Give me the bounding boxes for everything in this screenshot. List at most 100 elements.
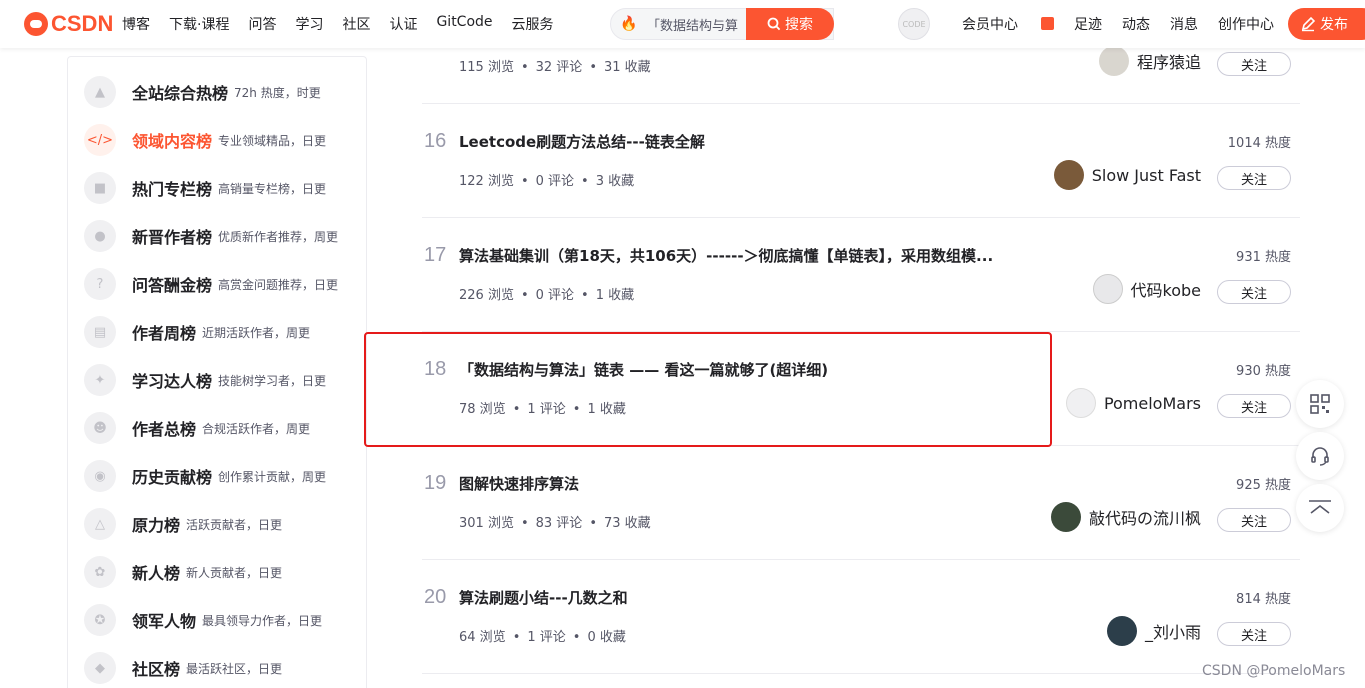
follow-button[interactable]: 关注	[1217, 280, 1291, 304]
sidebar-item-desc: 72h 热度，时更	[234, 85, 321, 100]
qrcode-button[interactable]	[1296, 380, 1344, 428]
heat-score: 1014 热度	[1227, 136, 1291, 151]
sidebar-item-newcomer[interactable]: ✿ 新人榜 新人贡献者，日更	[84, 552, 354, 592]
sidebar-item-label: 历史贡献榜	[132, 468, 213, 487]
article-title[interactable]: 「数据结构与算法」链表 —— 看这一篇就够了(超详细)	[459, 359, 828, 380]
article-title[interactable]: Leetcode刷题方法总结---链表全解	[459, 131, 705, 152]
follow-button[interactable]: 关注	[1217, 394, 1291, 418]
search-button[interactable]: 搜索	[746, 8, 834, 40]
nav-item-blog[interactable]: 博客	[122, 14, 150, 34]
top-navbar: CSDN 博客 下载·课程 问答 学习 社区 认证 GitCode 云服务 🔥 …	[0, 0, 1365, 48]
sidebar-item-new-author[interactable]: ● 新晋作者榜 优质新作者推荐，周更	[84, 216, 354, 256]
community-icon: ◆	[84, 652, 116, 684]
sidebar-item-column[interactable]: ■ 热门专栏榜 高销量专栏榜，日更	[84, 168, 354, 208]
author-avatar	[1053, 160, 1084, 190]
comments-count: 1 评论	[527, 630, 566, 645]
nav-footprint[interactable]: 足迹	[1074, 14, 1102, 34]
sidebar-item-leader[interactable]: ✪ 领军人物 最具领导力作者，日更	[84, 600, 354, 640]
sidebar-item-label: 作者总榜	[132, 420, 197, 439]
sidebar-item-desc: 创作累计贡献，周更	[218, 469, 327, 484]
nav-item-cloud[interactable]: 云服务	[512, 14, 554, 34]
calendar-icon: ▤	[84, 316, 116, 348]
author[interactable]: 敲代码の流川枫	[1050, 502, 1201, 532]
sidebar-item-desc: 最活跃社区，日更	[186, 661, 283, 676]
sidebar-item-desc: 专业领域精品，日更	[218, 133, 327, 148]
article-title[interactable]: 算法基础集训（第18天，共106天）------＞彻底搞懂【单链表】，采用数组模…	[459, 245, 993, 266]
publish-label: 发布	[1320, 17, 1348, 33]
follow-button[interactable]: 关注	[1217, 166, 1291, 190]
author[interactable]: 程序猿追	[1098, 46, 1201, 76]
logo-icon	[24, 12, 48, 36]
sidebar-item-bounty[interactable]: ? 问答酬金榜 高赏金问题推荐，日更	[84, 264, 354, 304]
nav-member-center[interactable]: 会员中心	[962, 14, 1054, 34]
views-count: 122 浏览	[459, 174, 514, 189]
publish-button[interactable]: 发布	[1288, 8, 1365, 40]
sidebar-item-desc: 技能树学习者，日更	[218, 373, 327, 388]
fire-icon: 🔥	[620, 16, 638, 32]
rank-number: 17	[424, 244, 447, 266]
author-name: 程序猿追	[1136, 53, 1201, 72]
sidebar-item-weekly[interactable]: ▤ 作者周榜 近期活跃作者，周更	[84, 312, 354, 352]
article-meta: 301 浏览 • 83 评论 • 73 收藏	[459, 516, 651, 531]
nav-creator-center-label: 创作中心	[1218, 17, 1274, 33]
sidebar-item-author-total[interactable]: ☻ 作者总榜 合规活跃作者，周更	[84, 408, 354, 448]
nav-item-gitcode[interactable]: GitCode	[436, 14, 492, 34]
pen-icon	[1301, 16, 1316, 32]
sidebar-item-desc: 最具领导力作者，日更	[202, 613, 323, 628]
user-icon: ●	[84, 220, 116, 252]
views-count: 301 浏览	[459, 516, 514, 531]
sidebar-item-desc: 活跃贡献者，日更	[186, 517, 283, 532]
author-avatar	[1050, 502, 1081, 532]
main-nav: 博客 下载·课程 问答 学习 社区 认证 GitCode 云服务	[122, 14, 573, 34]
article-row: 17 算法基础集训（第18天，共106天）------＞彻底搞懂【单链表】，采用…	[422, 218, 1300, 332]
nav-item-cert[interactable]: 认证	[389, 14, 417, 34]
heat-score: 931 热度	[1236, 250, 1291, 265]
views-count: 64 浏览	[459, 630, 506, 645]
sidebar-item-history[interactable]: ◉ 历史贡献榜 创作累计贡献，周更	[84, 456, 354, 496]
sidebar-item-force[interactable]: △ 原力榜 活跃贡献者，日更	[84, 504, 354, 544]
sidebar-item-label: 热门专栏榜	[132, 180, 213, 199]
sidebar-item-overall[interactable]: ▲ 全站综合热榜 72h 热度，时更	[84, 72, 354, 112]
author[interactable]: _刘小雨	[1106, 616, 1201, 646]
customer-service-button[interactable]	[1296, 432, 1344, 480]
sidebar-item-learner[interactable]: ✦ 学习达人榜 技能树学习者，日更	[84, 360, 354, 400]
sidebar-item-community[interactable]: ◆ 社区榜 最活跃社区，日更	[84, 648, 354, 688]
rank-number: 16	[424, 130, 447, 152]
article-title[interactable]: 算法刷题小结---几数之和	[459, 587, 628, 608]
search-icon	[767, 17, 781, 31]
sidebar-item-domain[interactable]: </> 领域内容榜 专业领域精品，日更	[84, 120, 354, 160]
nav-item-qa[interactable]: 问答	[248, 14, 276, 34]
follow-button[interactable]: 关注	[1217, 508, 1291, 532]
nav-item-community[interactable]: 社区	[342, 14, 370, 34]
author[interactable]: Slow Just Fast	[1053, 160, 1201, 190]
nav-item-learn[interactable]: 学习	[295, 14, 323, 34]
article-meta: 115 浏览 • 32 评论 • 31 收藏	[459, 60, 651, 75]
nav-item-download[interactable]: 下载·课程	[169, 14, 229, 34]
author-name: 敲代码の流川枫	[1088, 509, 1201, 528]
nav-messages[interactable]: 消息	[1170, 14, 1198, 34]
follow-button[interactable]: 关注	[1217, 52, 1291, 76]
csdn-logo[interactable]: CSDN	[24, 11, 113, 37]
sidebar-item-label: 问答酬金榜	[132, 276, 213, 295]
views-count: 78 浏览	[459, 402, 506, 417]
user-avatar[interactable]: CODE	[898, 8, 930, 40]
heat-score: 925 热度	[1236, 478, 1291, 493]
article-title[interactable]: 图解快速排序算法	[459, 473, 579, 494]
author-name: Slow Just Fast	[1091, 165, 1201, 185]
search-button-label: 搜索	[785, 17, 813, 33]
sidebar-item-label: 学习达人榜	[132, 372, 213, 391]
favorites-count: 73 收藏	[603, 516, 651, 531]
article-meta: 64 浏览 • 1 评论 • 0 收藏	[459, 630, 626, 645]
author[interactable]: 代码kobe	[1092, 274, 1201, 304]
back-to-top-icon	[1309, 500, 1331, 514]
back-to-top-button[interactable]	[1296, 484, 1344, 532]
sidebar-item-label: 新晋作者榜	[132, 228, 213, 247]
follow-button[interactable]: 关注	[1217, 622, 1291, 646]
rank-number: 19	[424, 472, 447, 494]
nav-activity[interactable]: 动态	[1122, 14, 1150, 34]
award-icon: ✪	[84, 604, 116, 636]
sidebar-item-label: 领军人物	[132, 612, 197, 631]
views-count: 115 浏览	[459, 60, 514, 75]
search-input[interactable]	[647, 16, 747, 32]
author[interactable]: PomeloMars	[1065, 388, 1201, 418]
